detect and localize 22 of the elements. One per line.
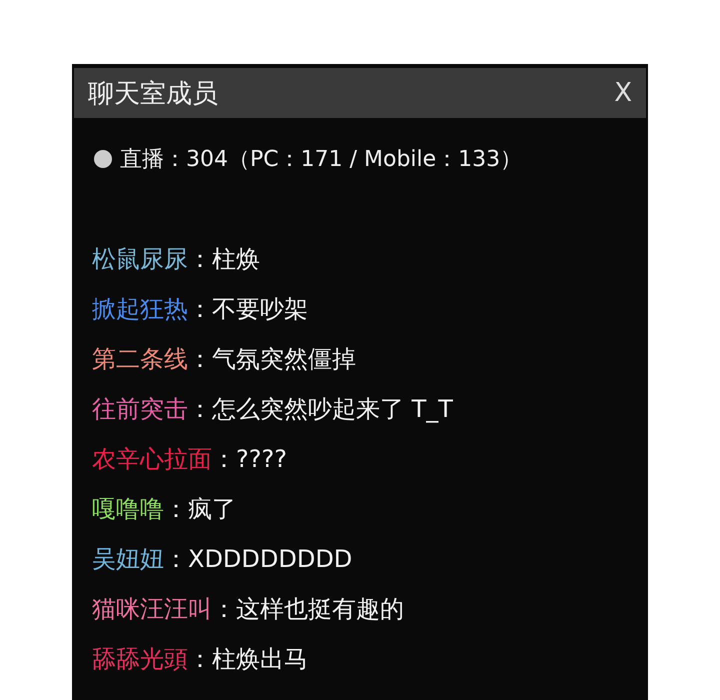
chat-message: ：这样也挺有趣的 <box>212 594 404 625</box>
chat-message: ：???? <box>212 444 287 475</box>
member-name: 掀起狂热 <box>92 294 188 325</box>
chat-message: ：气氛突然僵掉 <box>188 344 356 375</box>
chat-message: ：柱焕出马 <box>188 644 308 675</box>
window-title: 聊天室成员 <box>88 78 218 110</box>
member-name: 第二条线 <box>92 344 188 375</box>
member-name: 猫咪汪汪叫 <box>92 594 212 625</box>
member-name: 松鼠尿尿 <box>92 244 188 275</box>
chat-message: ：怎么突然吵起来了 T_T <box>188 394 453 425</box>
member-name: 舔舔光頭 <box>92 644 188 675</box>
chat-message: ：XDDDDDDDD <box>164 544 352 575</box>
member-name: 嘎噜噜 <box>92 494 164 525</box>
close-button[interactable]: X <box>614 78 632 108</box>
live-dot-icon <box>94 150 112 168</box>
chat-message: ：柱焕 <box>188 244 260 275</box>
live-count: 直播：304（PC：171 / Mobile：133） <box>120 146 522 174</box>
chat-message: ：疯了 <box>164 494 236 525</box>
member-name: 吴妞妞 <box>92 544 164 575</box>
chat-message: ：不要吵架 <box>188 294 308 325</box>
member-name: 农辛心拉面 <box>92 444 212 475</box>
member-name: 往前突击 <box>92 394 188 425</box>
